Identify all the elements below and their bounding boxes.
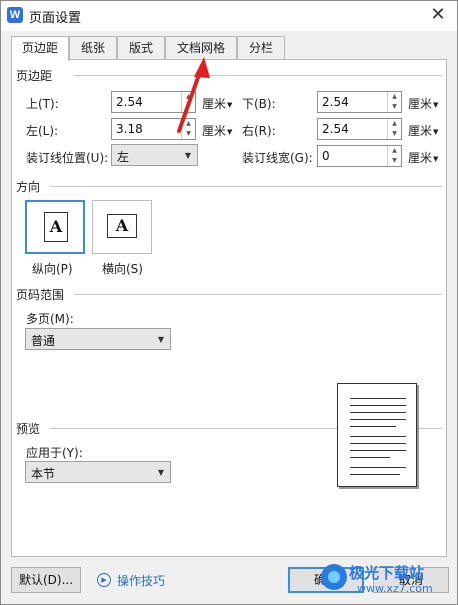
increment-icon[interactable]: ▲ [182, 119, 195, 129]
gutter-width-value: 0 [322, 149, 330, 163]
unit-label: 厘米 [202, 97, 227, 111]
top-margin-spinner[interactable]: 2.54 ▲ ▼ [111, 91, 196, 113]
chevron-down-icon: ▼ [157, 335, 164, 344]
preview-line [350, 412, 406, 413]
decrement-icon[interactable]: ▼ [182, 102, 195, 112]
gutter-position-select[interactable]: 左 ▼ [111, 144, 198, 166]
title-bar: W 页面设置 ✕ [1, 1, 457, 31]
gutter-width-spinner[interactable]: 0 ▲ ▼ [317, 145, 402, 167]
chevron-down-icon: ▼ [184, 151, 191, 160]
portrait-button[interactable]: A [25, 200, 85, 254]
left-margin-spinner[interactable]: 3.18 ▲ ▼ [111, 118, 196, 140]
portrait-page-icon: A [44, 212, 68, 242]
unit-label: 厘米 [408, 124, 433, 138]
decrement-icon[interactable]: ▼ [388, 129, 401, 139]
spinner-arrows: ▲ ▼ [387, 146, 401, 166]
right-margin-label: 右(R): [242, 124, 276, 138]
preview-line [350, 450, 406, 451]
right-margin-value: 2.54 [322, 122, 349, 136]
preview-line [350, 443, 406, 444]
divider [74, 75, 442, 76]
close-icon[interactable]: ✕ [427, 4, 449, 26]
caret-down-icon: ▼ [433, 100, 439, 109]
page-setup-dialog: W 页面设置 ✕ 页边距 纸张 版式 文档网格 分栏 页边距 上(T): 2.5… [0, 0, 458, 605]
preview-line [350, 405, 406, 406]
caret-down-icon: ▼ [433, 154, 439, 163]
multiple-pages-value: 普通 [31, 334, 56, 348]
preview-line [350, 467, 406, 468]
caret-down-icon: ▼ [227, 127, 233, 136]
decrement-icon[interactable]: ▼ [388, 156, 401, 166]
site-watermark: 极光下载站 www.xz7.com [317, 560, 447, 600]
spinner-arrows: ▲ ▼ [387, 92, 401, 112]
watermark-url: www.xz7.com [357, 582, 433, 595]
preview-page-thumbnail [337, 383, 417, 487]
portrait-label: 纵向(P) [32, 262, 73, 276]
increment-icon[interactable]: ▲ [388, 92, 401, 102]
increment-icon[interactable]: ▲ [182, 92, 195, 102]
top-margin-label: 上(T): [26, 97, 59, 111]
increment-icon[interactable]: ▲ [388, 119, 401, 129]
top-margin-value: 2.54 [116, 95, 143, 109]
dialog-title: 页面设置 [29, 11, 82, 26]
spinner-arrows: ▲ ▼ [387, 119, 401, 139]
bottom-margin-spinner[interactable]: 2.54 ▲ ▼ [317, 91, 402, 113]
bottom-margin-unit-dropdown[interactable]: 厘米▼ [408, 95, 438, 112]
preview-line [350, 398, 406, 399]
unit-label: 厘米 [408, 97, 433, 111]
watermark-logo-icon [321, 564, 347, 590]
preview-line [350, 419, 406, 420]
section-title-orientation: 方向 [16, 178, 41, 195]
preview-line [350, 457, 390, 458]
chevron-down-icon: ▼ [157, 468, 164, 477]
tab-document-grid[interactable]: 文档网格 [165, 36, 237, 60]
apply-to-label: 应用于(Y): [26, 446, 83, 460]
decrement-icon[interactable]: ▼ [388, 102, 401, 112]
tab-margins[interactable]: 页边距 [11, 36, 69, 61]
apply-to-select[interactable]: 本节 ▼ [25, 461, 171, 483]
unit-label: 厘米 [202, 124, 227, 138]
tab-paper[interactable]: 纸张 [69, 36, 117, 60]
top-margin-unit-dropdown[interactable]: 厘米▼ [202, 95, 232, 112]
default-button[interactable]: 默认(D)... [11, 567, 81, 593]
divider [74, 294, 442, 295]
increment-icon[interactable]: ▲ [388, 146, 401, 156]
preview-line [350, 474, 400, 475]
landscape-page-icon: A [107, 214, 137, 238]
landscape-label: 横向(S) [102, 262, 143, 276]
gutter-position-value: 左 [117, 150, 130, 164]
right-margin-unit-dropdown[interactable]: 厘米▼ [408, 122, 438, 139]
unit-label: 厘米 [408, 151, 433, 165]
spinner-arrows: ▲ ▼ [181, 92, 195, 112]
spinner-arrows: ▲ ▼ [181, 119, 195, 139]
landscape-button[interactable]: A [92, 200, 152, 254]
bottom-margin-label: 下(B): [242, 97, 276, 111]
caret-down-icon: ▼ [433, 127, 439, 136]
gutter-width-label: 装订线宽(G): [242, 151, 313, 165]
watermark-text: 极光下载站 [349, 564, 425, 582]
multiple-pages-select[interactable]: 普通 ▼ [25, 328, 171, 350]
decrement-icon[interactable]: ▼ [182, 129, 195, 139]
left-margin-unit-dropdown[interactable]: 厘米▼ [202, 122, 232, 139]
tab-columns[interactable]: 分栏 [237, 36, 285, 60]
caret-down-icon: ▼ [227, 100, 233, 109]
apply-to-value: 本节 [31, 467, 56, 481]
preview-line [350, 436, 406, 437]
section-title-preview: 预览 [16, 420, 41, 437]
bottom-margin-value: 2.54 [322, 95, 349, 109]
section-title-page-range: 页码范围 [16, 286, 65, 303]
right-margin-spinner[interactable]: 2.54 ▲ ▼ [317, 118, 402, 140]
section-title-margins: 页边距 [16, 67, 53, 84]
tips-link[interactable]: 操作技巧 [117, 572, 165, 589]
gutter-width-unit-dropdown[interactable]: 厘米▼ [408, 149, 438, 166]
wps-app-icon: W [7, 7, 23, 23]
multiple-pages-label: 多页(M): [26, 312, 74, 326]
left-margin-label: 左(L): [26, 124, 59, 138]
preview-line [350, 426, 396, 427]
left-margin-value: 3.18 [116, 122, 143, 136]
gutter-position-label: 装订线位置(U): [26, 151, 109, 165]
tab-layout[interactable]: 版式 [117, 36, 165, 60]
help-play-icon[interactable]: ▶ [97, 573, 111, 587]
divider [50, 186, 442, 187]
